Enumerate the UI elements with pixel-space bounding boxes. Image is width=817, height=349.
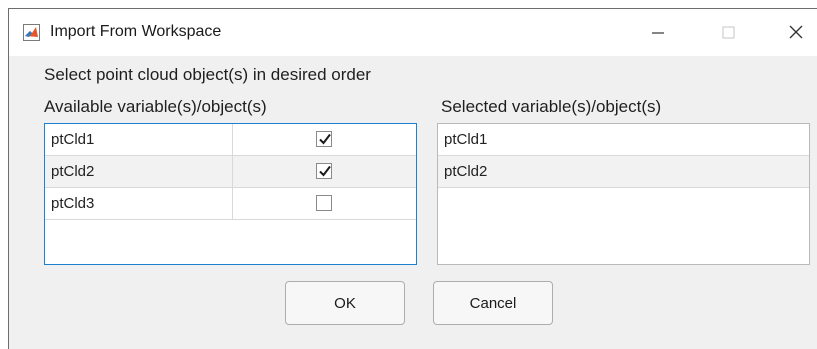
selected-label: Selected variable(s)/object(s) — [441, 97, 662, 116]
variable-name: ptCld3 — [45, 188, 233, 219]
list-item[interactable]: ptCld1 — [438, 124, 809, 156]
available-objects-table[interactable]: ptCld1 ptCld2 ptCld3 — [44, 123, 417, 265]
minimize-button[interactable] — [645, 21, 671, 45]
close-icon — [789, 25, 803, 39]
close-button[interactable] — [783, 21, 809, 45]
ok-button[interactable]: OK — [285, 281, 405, 325]
select-checkbox-unchecked[interactable] — [316, 195, 332, 211]
checkmark-icon — [319, 133, 331, 145]
select-checkbox-checked[interactable] — [316, 131, 332, 147]
instruction-text: Select point cloud object(s) in desired … — [44, 65, 371, 84]
variable-name: ptCld2 — [45, 156, 233, 187]
available-label: Available variable(s)/object(s) — [44, 97, 267, 116]
title-bar: Import From Workspace — [9, 9, 817, 56]
variable-name: ptCld1 — [45, 124, 233, 155]
list-item[interactable]: ptCld2 — [438, 156, 809, 188]
matlab-logo-icon — [23, 24, 40, 41]
table-row[interactable]: ptCld1 — [45, 124, 416, 156]
select-checkbox-checked[interactable] — [316, 163, 332, 179]
checkmark-icon — [319, 165, 331, 177]
maximize-button[interactable] — [715, 21, 741, 45]
selected-objects-list[interactable]: ptCld1 ptCld2 — [437, 123, 810, 265]
window-title: Import From Workspace — [50, 23, 222, 40]
table-row[interactable]: ptCld3 — [45, 188, 416, 220]
import-dialog: Import From Workspace Select point cloud… — [8, 8, 817, 349]
table-row[interactable]: ptCld2 — [45, 156, 416, 188]
cancel-button[interactable]: Cancel — [433, 281, 553, 325]
